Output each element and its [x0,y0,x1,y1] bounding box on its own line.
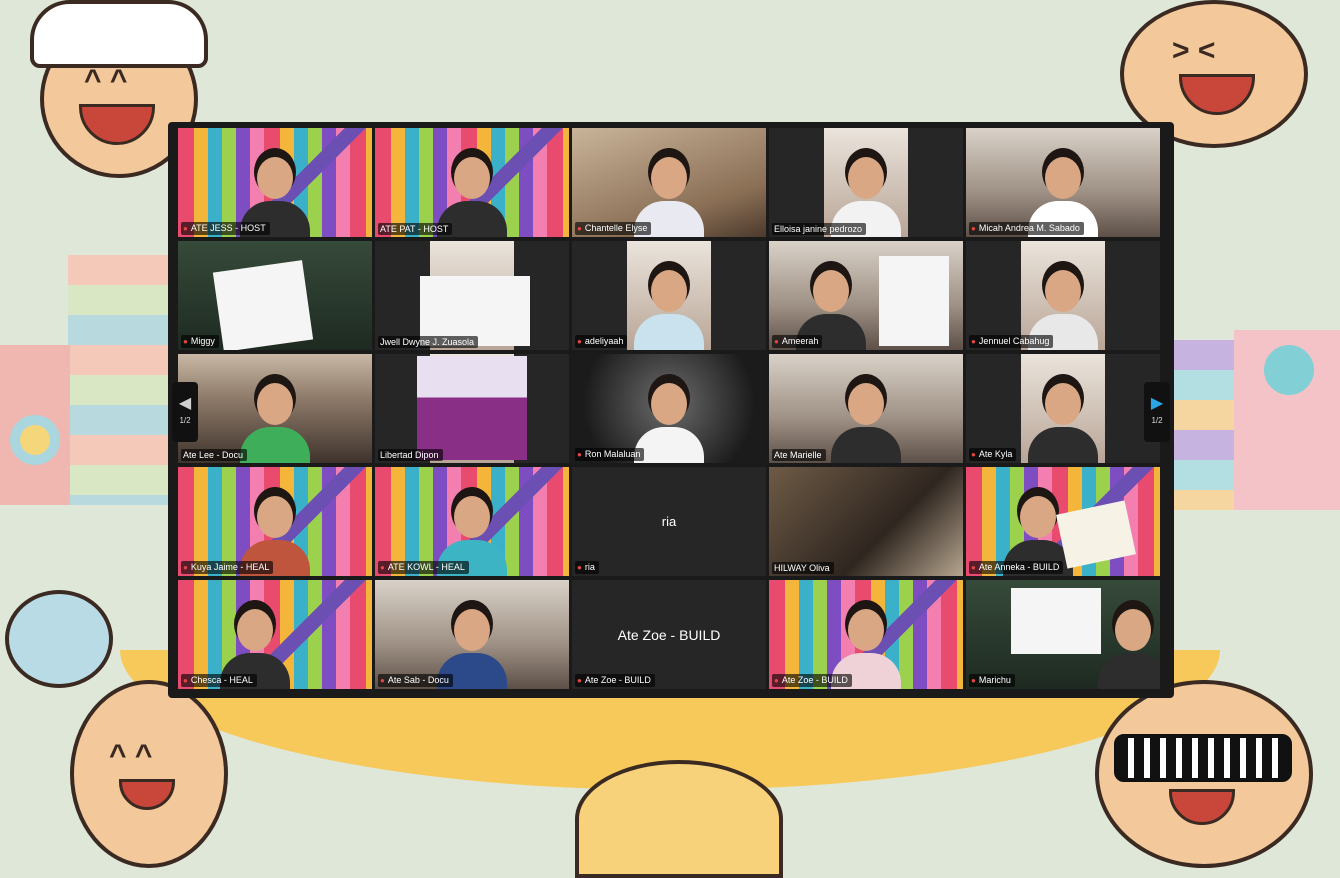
participant-name-label: ● ria [575,561,599,574]
participant-name-label: ● Ate Zoe - BUILD [772,674,852,687]
microphone-muted-icon: ● [577,676,582,685]
microphone-muted-icon: ● [971,337,976,346]
lungs-drawing-paper [212,260,314,350]
microphone-muted-icon: ● [577,563,582,572]
participant-name-label: ● Ate Kyla [969,448,1017,461]
microphone-muted-icon: ● [183,224,188,233]
participant-name-label: ● Miggy [181,335,219,348]
participant-name-label: ● Ate Zoe - BUILD [575,674,655,687]
participant-name-label: ● adeliyaah [575,335,628,348]
page-indicator: 1/2 [179,416,191,425]
drawing-paper [879,256,949,346]
group-photo-poster [417,356,527,460]
participant-name-label: ● ATE KOWL - HEAL [378,561,469,574]
microphone-muted-icon: ● [971,563,976,572]
video-meeting-window: ● ATE JESS - HOST ATE PAT - HOST ● Chantel… [168,122,1174,698]
participant-avatar [634,262,704,350]
video-tile[interactable]: ● Ameerah [769,241,963,350]
participant-name-label: Jwell Dwyne J. Zuasola [378,336,479,348]
video-tile[interactable]: ● Chantelle Elyse [572,128,766,237]
participant-avatar [1028,375,1098,463]
castle-right-decoration [1174,250,1340,510]
video-tile[interactable]: ● adeliyaah [572,241,766,350]
drawing-paper [1011,588,1101,654]
microphone-muted-icon: ● [380,563,385,572]
video-tile[interactable]: Elloisa janine pedrozo [769,128,963,237]
participant-video [769,467,963,576]
chevron-left-icon: ◀ [178,395,192,412]
participant-name-label: ● Micah Andrea M. Sabado [969,222,1084,235]
video-tile[interactable]: Jwell Dwyne J. Zuasola [375,241,569,350]
sunglasses-decoration [1114,734,1292,782]
video-tile[interactable]: ● Ate Kyla [966,354,1160,463]
cartoon-sunglasses-character [1095,680,1313,868]
microphone-muted-icon: ● [971,676,976,685]
microphone-muted-icon: ● [774,676,779,685]
participant-name-label: ● Ate Anneka - BUILD [969,561,1064,574]
participant-name-label: HILWAY Oliva [772,562,834,574]
chevron-right-icon: ▶ [1150,395,1164,412]
participant-name-label: ● Chantelle Elyse [575,222,652,235]
castle-left-decoration [0,255,168,505]
participant-name-label: ● Marichu [969,674,1015,687]
video-tile[interactable]: Libertad Dipon [375,354,569,463]
video-tile[interactable]: ● Marichu [966,580,1160,689]
microphone-muted-icon: ● [971,450,976,459]
participant-avatar [240,375,310,463]
participant-name-label: Libertad Dipon [378,449,443,461]
video-tile[interactable]: ria ● ria [572,467,766,576]
video-tile[interactable]: Ate Zoe - BUILD ● Ate Zoe - BUILD [572,580,766,689]
participant-avatar [831,375,901,463]
microphone-muted-icon: ● [971,224,976,233]
video-tile[interactable]: Ate Lee - Docu [178,354,372,463]
video-tile[interactable]: ● Miggy [178,241,372,350]
participant-name-label: ● ATE JESS - HOST [181,222,270,235]
chef-hat-decoration [30,0,208,68]
video-tile[interactable]: Ate Marielle [769,354,963,463]
microphone-muted-icon: ● [577,337,582,346]
video-tile[interactable]: ● Ate Anneka - BUILD [966,467,1160,576]
participant-name-label: Ate Lee - Docu [181,449,248,461]
video-tile[interactable]: ● Ron Malaluan [572,354,766,463]
video-tile[interactable]: ● Ate Sab - Docu [375,580,569,689]
video-tile[interactable]: ● Jennuel Cabahug [966,241,1160,350]
video-off-name: Ate Zoe - BUILD [617,626,721,643]
video-tile[interactable]: ● ATE KOWL - HEAL [375,467,569,576]
participant-name-label: ● Chesca - HEAL [181,674,257,687]
microphone-muted-icon: ● [380,676,385,685]
video-tile[interactable]: ● Micah Andrea M. Sabado [966,128,1160,237]
participant-name-label: Ate Marielle [772,449,826,461]
participant-name-label: ● Kuya Jaime - HEAL [181,561,274,574]
participant-name-label: ATE PAT - HOST [378,223,453,235]
cloud-hat-decoration [5,590,113,688]
cartoon-curly-hair-character [575,760,783,878]
video-tile[interactable]: ● Ate Zoe - BUILD [769,580,963,689]
microphone-muted-icon: ● [183,563,188,572]
participant-name-label: ● Ameerah [772,335,823,348]
participant-name-label: ● Jennuel Cabahug [969,335,1054,348]
gallery-view-grid: ● ATE JESS - HOST ATE PAT - HOST ● Chantel… [178,128,1160,689]
page-indicator: 1/2 [1151,416,1163,425]
next-page-button[interactable]: ▶ 1/2 [1144,382,1170,442]
cartoon-cook-character: ^ ^ [70,680,228,868]
video-tile[interactable]: ATE PAT - HOST [375,128,569,237]
participant-name-label: ● Ate Sab - Docu [378,674,453,687]
microphone-muted-icon: ● [577,224,582,233]
video-tile[interactable]: HILWAY Oliva [769,467,963,576]
participant-name-label: Elloisa janine pedrozo [772,223,867,235]
microphone-muted-icon: ● [183,337,188,346]
microphone-muted-icon: ● [774,337,779,346]
video-off-name: ria [661,513,677,529]
participant-name-label: ● Ron Malaluan [575,448,645,461]
participant-avatar [1098,601,1160,689]
microphone-muted-icon: ● [183,676,188,685]
previous-page-button[interactable]: ◀ 1/2 [172,382,198,442]
video-tile[interactable]: ● Chesca - HEAL [178,580,372,689]
participant-avatar [634,375,704,463]
video-tile[interactable]: ● ATE JESS - HOST [178,128,372,237]
microphone-muted-icon: ● [577,450,582,459]
video-tile[interactable]: ● Kuya Jaime - HEAL [178,467,372,576]
